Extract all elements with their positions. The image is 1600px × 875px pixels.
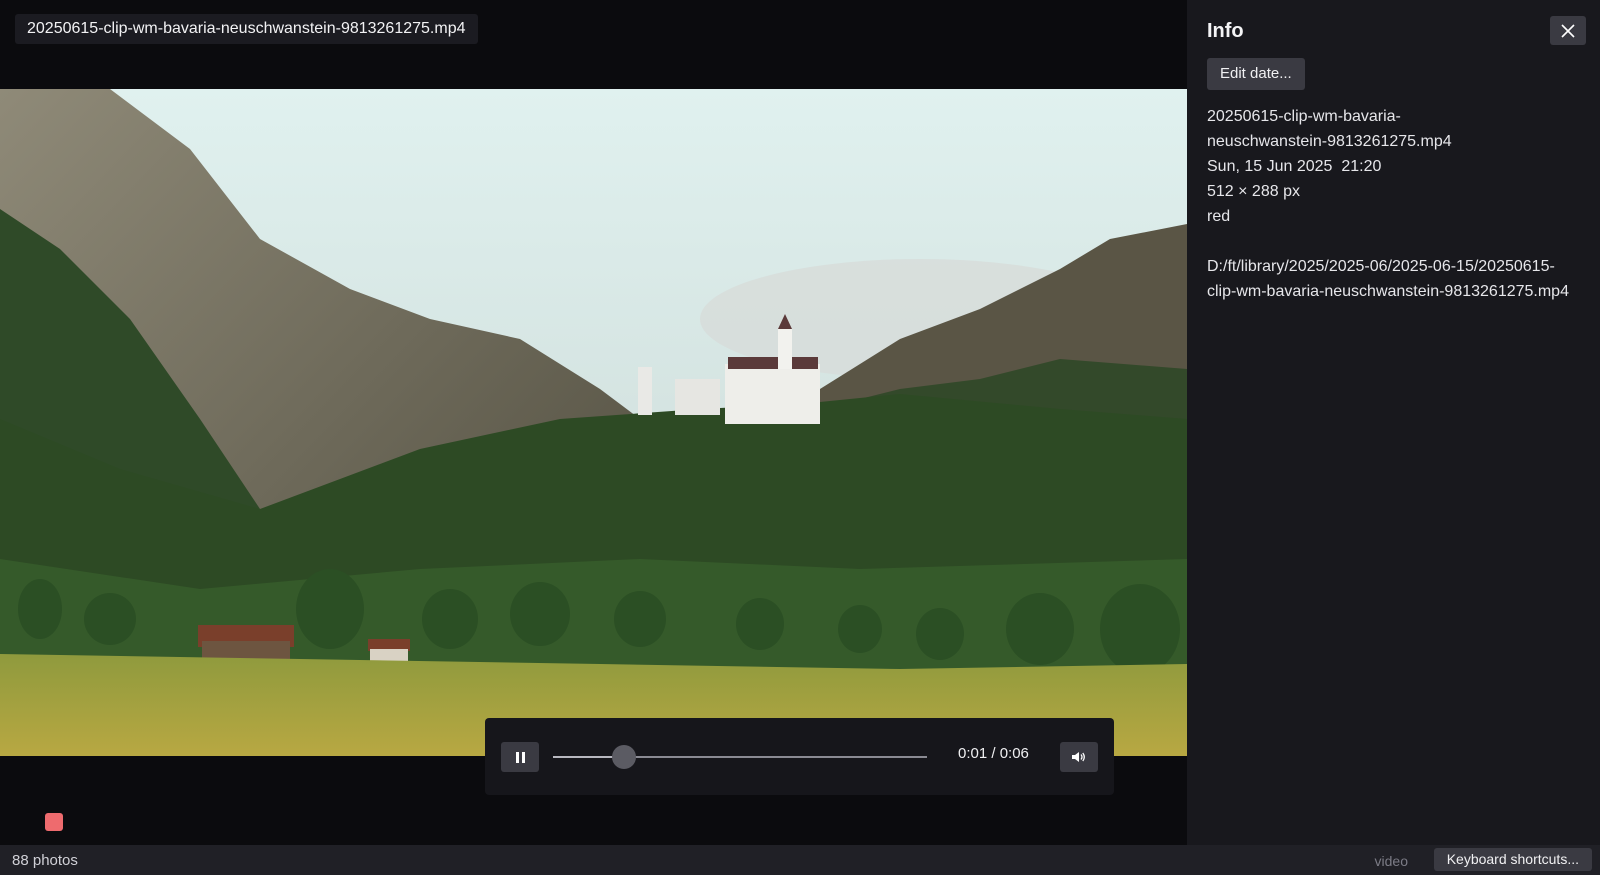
seek-thumb[interactable] bbox=[612, 745, 637, 769]
volume-button[interactable] bbox=[1060, 742, 1098, 772]
info-panel: Info Edit date... 20250615-clip-wm-bavar… bbox=[1187, 0, 1600, 845]
media-viewer: 20250615-clip-wm-bavaria-neuschwanstein-… bbox=[0, 0, 1187, 845]
info-filename-line-1: 20250615-clip-wm-bavaria- bbox=[1207, 108, 1401, 125]
video-still-image bbox=[0, 89, 1187, 756]
speaker-icon bbox=[1072, 752, 1085, 762]
close-info-button[interactable] bbox=[1550, 16, 1586, 45]
seek-bar[interactable] bbox=[553, 745, 927, 769]
pause-icon bbox=[515, 751, 525, 763]
keyboard-shortcuts-button[interactable]: Keyboard shortcuts... bbox=[1433, 848, 1592, 871]
pause-button[interactable] bbox=[501, 742, 539, 772]
info-dimensions: 512 × 288 px bbox=[1207, 183, 1300, 200]
edit-date-button[interactable]: Edit date... bbox=[1207, 58, 1305, 90]
info-color-label: red bbox=[1207, 208, 1231, 225]
close-icon bbox=[1561, 23, 1575, 38]
media-type-label: video bbox=[1374, 853, 1408, 869]
info-path-line-1: D:/ft/library/2025/2025-06/2025-06-15/20… bbox=[1207, 258, 1555, 275]
status-bar: 88 photos video Keyboard shortcuts... bbox=[0, 845, 1600, 875]
video-controls: 0:01 / 0:06 bbox=[485, 718, 1114, 795]
info-date: Sun, 15 Jun 2025 21:20 bbox=[1207, 158, 1382, 175]
time-label: 0:01 / 0:06 bbox=[958, 745, 1029, 762]
file-info-list: 20250615-clip-wm-bavaria- neuschwanstein… bbox=[1207, 104, 1592, 304]
filename-label: 20250615-clip-wm-bavaria-neuschwanstein-… bbox=[15, 14, 478, 44]
info-path-line-2: clip-wm-bavaria-neuschwanstein-981326127… bbox=[1207, 283, 1569, 300]
info-panel-title: Info bbox=[1207, 20, 1244, 42]
video-frame[interactable] bbox=[0, 89, 1187, 756]
photo-count: 88 photos bbox=[12, 852, 78, 869]
color-label-indicator[interactable] bbox=[45, 813, 63, 831]
info-filename-line-2: neuschwanstein-9813261275.mp4 bbox=[1207, 133, 1452, 150]
